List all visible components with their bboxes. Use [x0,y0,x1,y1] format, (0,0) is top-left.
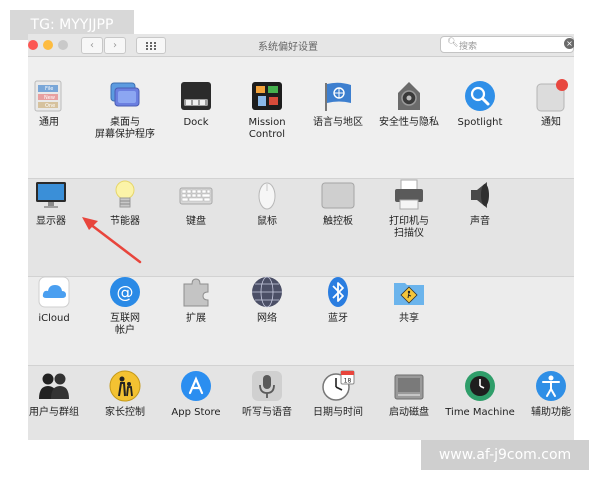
red-arrow-icon [82,217,142,264]
watermark-bottom-right: www.af-j9com.com [421,440,589,470]
system-preferences-window: ‹ › 系统偏好设置 🔍︎ 搜索 × File New One 通用 桌面与 屏… [28,34,574,440]
